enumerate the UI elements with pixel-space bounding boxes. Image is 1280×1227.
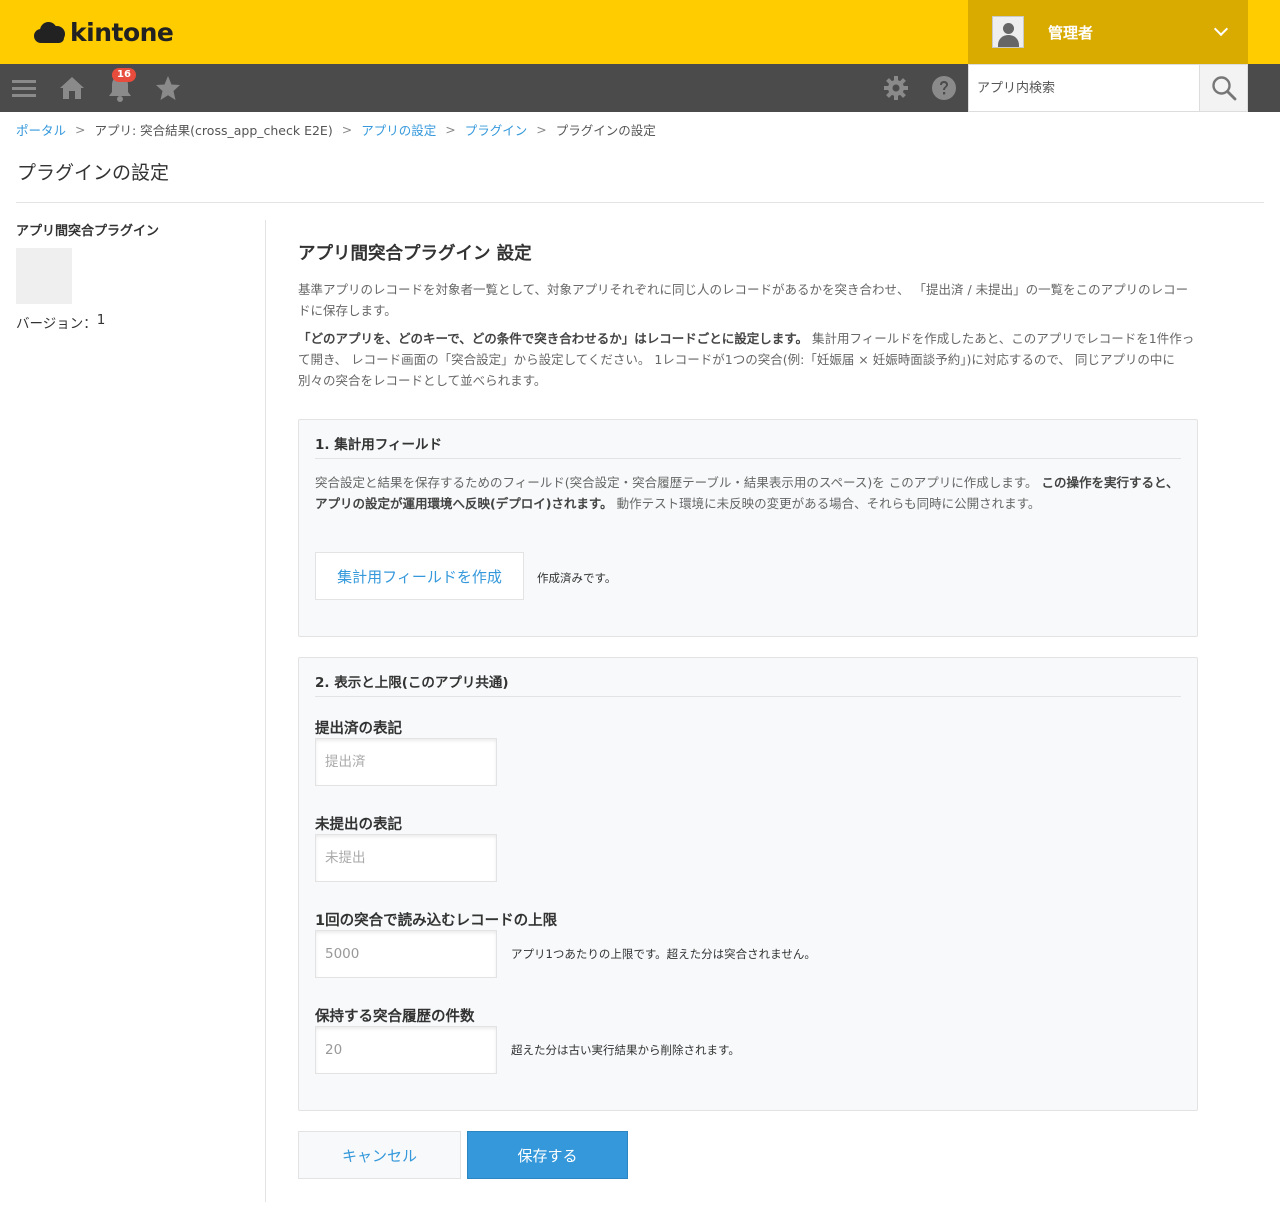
section1-description: 突合設定と結果を保存するためのフィールド(突合設定・突合履歴テーブル・結果表示用… — [315, 472, 1181, 514]
breadcrumb-separator: > — [75, 122, 86, 137]
settings-instructions: 「どのアプリを、どのキーで、どの条件で突き合わせるか」はレコードごとに設定します… — [298, 328, 1198, 391]
breadcrumb-app-label: アプリ: 突合結果(cross_app_check E2E) — [94, 123, 333, 138]
help-icon[interactable] — [920, 64, 968, 112]
breadcrumb-separator: > — [536, 122, 547, 137]
chevron-down-icon — [1213, 21, 1229, 37]
create-fields-button[interactable]: 集計用フィールドを作成 — [315, 552, 524, 600]
history-count-hint: 超えた分は古い実行結果から削除されます。 — [511, 1043, 740, 1057]
search-button[interactable] — [1200, 64, 1248, 112]
history-count-label: 保持する突合履歴の件数 — [315, 1009, 475, 1025]
breadcrumb-separator: > — [341, 122, 353, 137]
breadcrumb-separator: > — [445, 122, 456, 137]
app-search-input[interactable] — [968, 64, 1200, 112]
save-button[interactable]: 保存する — [467, 1131, 628, 1179]
star-icon[interactable] — [144, 64, 192, 112]
submitted-text-input[interactable] — [315, 738, 497, 786]
instructions-bold: 「どのアプリを、どのキーで、どの条件で突き合わせるか」はレコードごとに設定します… — [298, 331, 809, 346]
plugin-icon — [16, 248, 72, 304]
title-divider — [16, 202, 1264, 203]
page-title: プラグインの設定 — [17, 162, 170, 184]
breadcrumb: ポータル > アプリ: 突合結果(cross_app_check E2E) > … — [16, 120, 656, 139]
settings-heading: アプリ間突合プラグイン 設定 — [298, 244, 532, 264]
search-icon — [1211, 76, 1236, 101]
plugin-name: アプリ間突合プラグイン — [16, 224, 160, 239]
user-name: 管理者 — [1048, 23, 1094, 42]
plugin-version: バージョン： 1 — [16, 312, 105, 332]
record-limit-hint: アプリ1つあたりの上限です。超えた分は突合されません。 — [511, 947, 816, 961]
breadcrumb-portal[interactable]: ポータル — [16, 120, 66, 139]
menu-icon[interactable] — [0, 64, 48, 112]
breadcrumb-app[interactable]: アプリ: 突合結果(cross_app_check E2E) — [95, 120, 333, 139]
notification-badge: 16 — [112, 68, 136, 82]
plugin-settings-main: アプリ間突合プラグイン 設定 基準アプリのレコードを対象者一覧として、対象アプリ… — [298, 240, 1198, 391]
submitted-label: 提出済の表記 — [315, 721, 402, 737]
create-status: 作成済みです。 — [537, 571, 617, 585]
gear-icon[interactable] — [872, 64, 920, 112]
section-display-limits: 2. 表示と上限(このアプリ共通) 提出済の表記 未提出の表記 1回の突合で読み… — [298, 657, 1198, 1111]
cloud-logo-icon — [34, 20, 68, 44]
home-icon[interactable] — [48, 64, 96, 112]
user-menu[interactable]: 管理者 — [968, 0, 1248, 64]
section1-title: 1. 集計用フィールド — [315, 437, 442, 453]
sidebar-divider — [265, 220, 266, 1202]
breadcrumb-app-settings[interactable]: アプリの設定 — [361, 120, 436, 139]
record-limit-input[interactable] — [315, 930, 497, 978]
section2-title: 2. 表示と上限(このアプリ共通) — [315, 675, 509, 691]
version-value: 1 — [96, 312, 106, 328]
breadcrumb-current: プラグインの設定 — [555, 123, 656, 138]
history-count-input[interactable] — [315, 1026, 497, 1074]
breadcrumb-plugins[interactable]: プラグイン — [465, 120, 528, 139]
section1-desc-a: 突合設定と結果を保存するためのフィールド(突合設定・突合履歴テーブル・結果表示用… — [315, 475, 1042, 490]
section1-rule — [315, 458, 1181, 459]
top-header: kintone 管理者 — [0, 0, 1280, 64]
kintone-logo[interactable]: kintone — [34, 17, 174, 47]
version-label: バージョン： — [16, 316, 97, 332]
unsubmitted-label: 未提出の表記 — [315, 817, 402, 833]
section2-rule — [315, 696, 1181, 697]
section1-desc-b: 動作テスト環境に未反映の変更がある場合、それらも同時に公開されます。 — [612, 496, 1041, 511]
settings-description: 基準アプリのレコードを対象者一覧として、対象アプリそれぞれに同じ人のレコードがあ… — [298, 282, 1189, 318]
unsubmitted-text-input[interactable] — [315, 834, 497, 882]
user-avatar-icon — [992, 16, 1024, 48]
section-aggregation-fields: 1. 集計用フィールド 突合設定と結果を保存するためのフィールド(突合設定・突合… — [298, 419, 1198, 637]
logo-text: kintone — [70, 17, 174, 47]
cancel-button[interactable]: キャンセル — [298, 1131, 461, 1179]
record-limit-label: 1回の突合で読み込むレコードの上限 — [315, 913, 558, 929]
